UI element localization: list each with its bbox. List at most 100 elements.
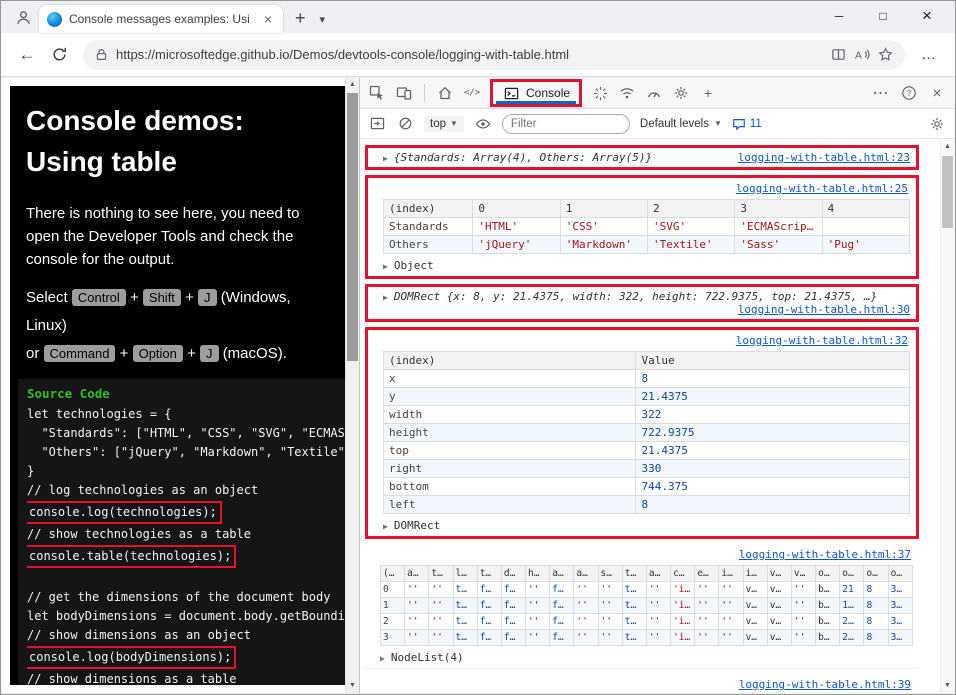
scroll-down-icon[interactable]: ▼ xyxy=(346,679,359,693)
performance-gauge-icon[interactable] xyxy=(645,84,663,102)
tab-close-icon[interactable]: × xyxy=(261,11,275,27)
table-cell: 8 xyxy=(863,597,889,614)
issues-burst-icon[interactable] xyxy=(591,84,609,102)
table-header-cell[interactable]: 2 xyxy=(647,199,736,218)
table-header-cell[interactable]: Value xyxy=(635,351,910,370)
source-link[interactable]: logging-with-table.html:30 xyxy=(738,303,910,316)
filter-input[interactable] xyxy=(501,113,630,134)
log-levels-dropdown[interactable]: Default levels ▼ xyxy=(640,118,722,130)
table-row: Standards 'HTML' 'CSS' 'SVG' 'ECMAScrip… xyxy=(382,217,911,236)
table-header-cell[interactable]: (index) xyxy=(382,199,474,218)
table-cell: left xyxy=(382,495,637,514)
back-button[interactable]: ← xyxy=(11,39,43,71)
code-line: "Standards": ["HTML", "CSS", "SVG", "ECM… xyxy=(27,426,345,440)
table-header-cell[interactable]: e… xyxy=(694,565,720,582)
favorites-star-icon[interactable] xyxy=(878,47,893,62)
scroll-up-icon[interactable]: ▲ xyxy=(346,78,359,92)
tab-menu-chevron-icon[interactable]: ▾ xyxy=(320,13,326,26)
table-header-cell[interactable]: t… xyxy=(621,565,647,582)
page-scrollbar[interactable]: ▲ ▼ xyxy=(345,78,359,693)
source-link[interactable]: logging-with-table.html:25 xyxy=(736,182,908,195)
new-tab-button[interactable]: + xyxy=(295,8,306,29)
table-header-cell[interactable]: a… xyxy=(645,565,672,582)
table-header-cell[interactable]: o… xyxy=(863,565,889,582)
table-header-cell[interactable]: 0 xyxy=(472,199,561,218)
table-header-cell[interactable]: 4 xyxy=(821,199,911,218)
split-screen-icon[interactable] xyxy=(831,47,846,62)
context-selector-dropdown[interactable]: top ▼ xyxy=(424,115,464,132)
table-header-cell[interactable]: (index) xyxy=(382,351,637,370)
source-link[interactable]: logging-with-table.html:32 xyxy=(736,334,908,347)
close-devtools-icon[interactable]: × xyxy=(928,84,946,102)
live-expression-eye-icon[interactable] xyxy=(474,115,492,133)
table-header-cell[interactable]: v… xyxy=(766,565,792,582)
table-header-cell[interactable]: a… xyxy=(404,565,430,582)
address-bar[interactable]: https://microsoftedge.github.io/Demos/de… xyxy=(83,39,905,70)
disclosure-triangle-icon[interactable]: ▶ xyxy=(383,262,388,271)
minimize-button[interactable]: ─ xyxy=(817,1,861,31)
read-aloud-icon[interactable]: A xyxy=(854,47,870,62)
help-icon[interactable]: ? xyxy=(900,84,918,102)
table-header-cell[interactable]: i… xyxy=(742,565,768,582)
table-cell: 0 xyxy=(379,581,406,598)
console-scrollbar-thumb[interactable] xyxy=(942,156,953,228)
devtools-more-options-icon[interactable]: ⋯ xyxy=(872,84,890,102)
table-header-cell[interactable]: t… xyxy=(428,565,454,582)
table-footer-label: DOMRect xyxy=(393,519,441,532)
table-header-cell[interactable]: d… xyxy=(500,565,527,582)
console-settings-gear-icon[interactable] xyxy=(928,115,946,133)
table-header-cell[interactable]: v… xyxy=(790,565,817,582)
source-link[interactable]: logging-with-table.html:23 xyxy=(738,151,910,164)
table-header-cell[interactable]: a… xyxy=(573,565,599,582)
settings-gear-icon[interactable] xyxy=(672,84,690,102)
refresh-button[interactable] xyxy=(43,39,75,71)
disclosure-triangle-icon[interactable]: ▶ xyxy=(380,654,385,663)
messages-count-badge[interactable]: 11 xyxy=(732,117,762,131)
table-header-cell[interactable]: s… xyxy=(597,565,623,582)
inspect-icon[interactable] xyxy=(368,84,386,102)
table-row: left 8 xyxy=(382,495,910,514)
table-header-cell[interactable]: t… xyxy=(476,565,502,582)
console-scrollbar[interactable]: ▲ ▼ xyxy=(940,140,954,693)
table-header-cell[interactable]: a… xyxy=(549,565,575,582)
table-header-cell[interactable]: l… xyxy=(452,565,478,582)
page-scrollbar-thumb[interactable] xyxy=(347,93,358,361)
browser-menu-ellipsis-icon[interactable]: … xyxy=(913,46,945,63)
more-tools-plus-icon[interactable]: + xyxy=(699,84,717,102)
table-row: 1 '' '' t… f… f… '' f… '' '' t… '''i… '' '' v… v… '' b… 1…… xyxy=(379,597,914,614)
browser-tab[interactable]: Console messages examples: Usi × xyxy=(39,5,283,33)
table-header-cell[interactable]: (… xyxy=(379,565,406,582)
device-emulation-icon[interactable] xyxy=(395,84,413,102)
table-header-cell[interactable]: o… xyxy=(887,565,914,582)
source-link[interactable]: logging-with-table.html:37 xyxy=(739,548,911,561)
table-cell: b… xyxy=(815,597,841,614)
table-header-cell[interactable]: 1 xyxy=(559,199,649,218)
table-cell: 8 xyxy=(635,495,910,514)
maximize-button[interactable]: □ xyxy=(861,1,905,31)
tab-console[interactable]: Console xyxy=(490,79,583,107)
network-wifi-icon[interactable] xyxy=(618,84,636,102)
close-button[interactable]: × xyxy=(905,1,949,31)
table-header-cell[interactable]: h… xyxy=(525,565,551,582)
table-header-cell[interactable]: c… xyxy=(670,565,696,582)
table-header-cell[interactable]: i… xyxy=(718,565,744,582)
table-header-cell[interactable]: o… xyxy=(815,565,841,582)
table-header-cell[interactable]: o… xyxy=(839,565,865,582)
profile-button[interactable] xyxy=(7,3,39,31)
console-sidebar-icon[interactable] xyxy=(368,115,386,133)
clear-console-icon[interactable] xyxy=(396,115,414,133)
table-cell: top xyxy=(382,441,637,460)
disclosure-triangle-icon[interactable]: ▶ xyxy=(383,154,388,163)
svg-text:A: A xyxy=(855,50,862,61)
table-header-cell[interactable]: 3 xyxy=(734,199,823,218)
elements-code-icon[interactable]: </> xyxy=(463,84,481,102)
welcome-home-icon[interactable] xyxy=(436,84,454,102)
source-link[interactable]: logging-with-table.html:39 xyxy=(739,678,911,691)
disclosure-triangle-icon[interactable]: ▶ xyxy=(383,522,388,531)
scroll-down-icon[interactable]: ▼ xyxy=(941,679,954,693)
scroll-up-icon[interactable]: ▲ xyxy=(941,140,954,154)
disclosure-triangle-icon[interactable]: ▶ xyxy=(383,293,388,302)
table-cell: 'Textile' xyxy=(647,235,736,254)
table-footer-label: NodeList(4) xyxy=(390,651,464,664)
table-cell: '' xyxy=(525,613,551,630)
